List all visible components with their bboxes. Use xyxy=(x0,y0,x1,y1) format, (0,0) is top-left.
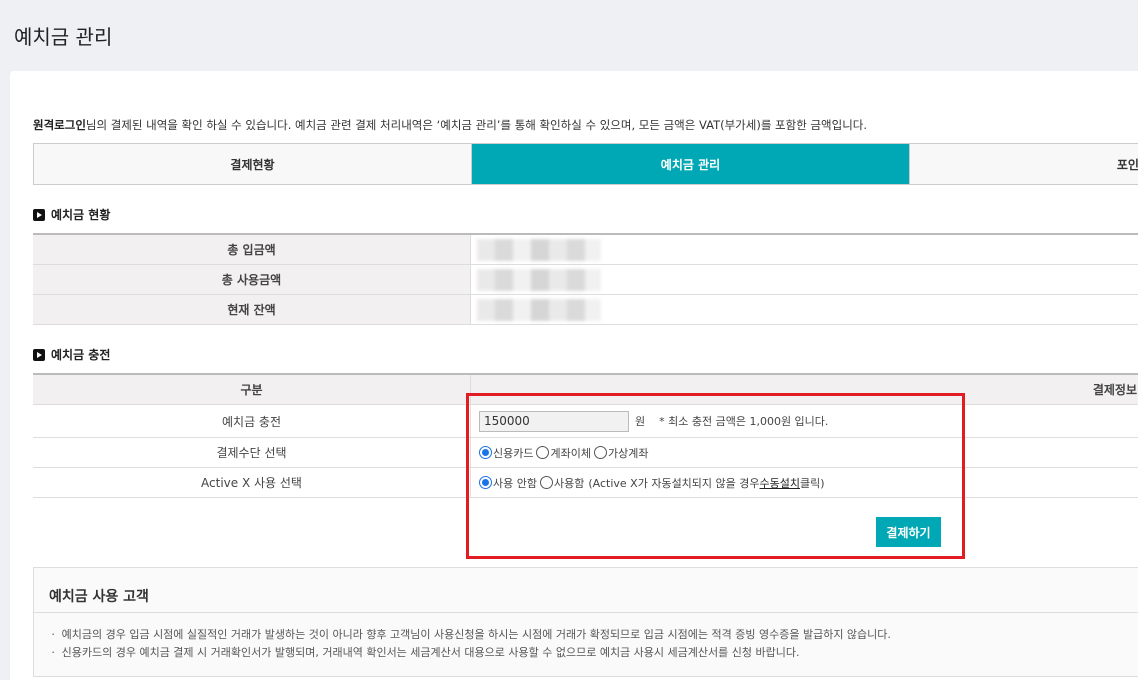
info-box: 예치금 사용 고객 ㆍ 예치금의 경우 입금 시점에 실질적인 거래가 발생하는… xyxy=(33,567,1138,677)
table-row: 현재 잔액 xyxy=(33,295,1138,325)
page-title: 예치금 관리 xyxy=(14,25,113,49)
tab-deposit-management[interactable]: 예치금 관리 xyxy=(472,144,910,184)
activex-label: Active X 사용 선택 xyxy=(33,468,471,497)
redacted-value xyxy=(477,268,601,291)
current-balance-label: 현재 잔액 xyxy=(33,295,471,324)
info-title: 예치금 사용 고객 xyxy=(49,589,149,605)
status-section-title: 예치금 현황 xyxy=(33,206,110,223)
total-deposit-label: 총 입금액 xyxy=(33,235,471,264)
tab-points[interactable]: 포인트 xyxy=(910,144,1138,184)
redacted-value xyxy=(477,298,601,321)
charge-section-title: 예치금 충전 xyxy=(33,346,110,363)
charge-section-label: 예치금 충전 xyxy=(51,348,111,362)
header-category: 구분 xyxy=(33,375,471,404)
notice-user: 원격로그인 xyxy=(33,118,86,132)
notice-text: 원격로그인님의 결제된 내역을 확인 하실 수 있습니다. 예치금 관련 결제 … xyxy=(33,117,867,133)
deposit-status-table: 총 입금액 총 사용금액 현재 잔액 xyxy=(33,233,1138,325)
total-used-label: 총 사용금액 xyxy=(33,265,471,294)
divider xyxy=(34,612,1138,613)
highlight-annotation xyxy=(466,393,965,559)
info-item: ㆍ 신용카드의 경우 예치금 결제 시 거래확인서가 발행되며, 거래내역 확인… xyxy=(48,646,800,659)
payment-method-label: 결제수단 선택 xyxy=(33,438,471,467)
table-row: 총 입금액 xyxy=(33,235,1138,265)
table-row: 총 사용금액 xyxy=(33,265,1138,295)
status-section-label: 예치금 현황 xyxy=(51,208,111,222)
tab-payment-status[interactable]: 결제현황 xyxy=(34,144,472,184)
play-icon xyxy=(33,348,45,361)
play-icon xyxy=(33,208,45,221)
redacted-value xyxy=(477,238,601,261)
notice-body: 님의 결제된 내역을 확인 하실 수 있습니다. 예치금 관련 결제 처리내역은… xyxy=(85,118,868,132)
charge-amount-label: 예치금 충전 xyxy=(33,405,471,437)
tab-bar: 결제현황 예치금 관리 포인트 xyxy=(33,143,1138,185)
info-item: ㆍ 예치금의 경우 입금 시점에 실질적인 거래가 발생하는 것이 아니라 향후… xyxy=(48,628,891,641)
